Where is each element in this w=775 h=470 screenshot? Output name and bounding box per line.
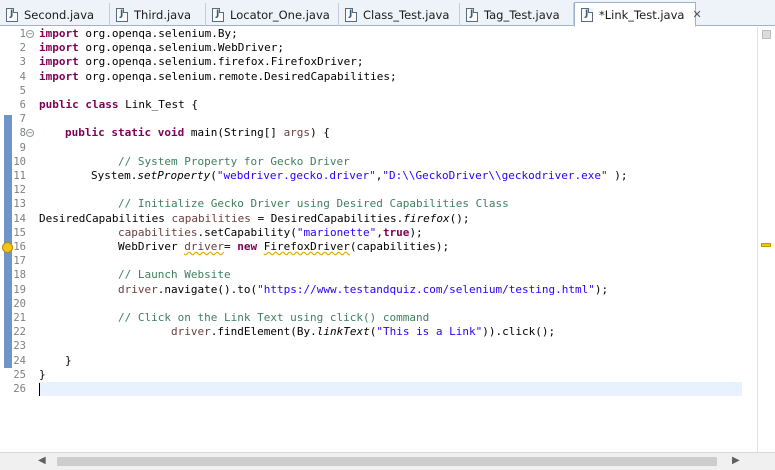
line-number: 2 (19, 42, 26, 55)
tab-second-java[interactable]: Second.java (0, 3, 110, 26)
tab-label: Second.java (24, 7, 95, 22)
scrollbar-thumb[interactable] (57, 457, 717, 466)
code-line-22: driver.findElement(By.linkText("This is … (171, 325, 556, 339)
line-number: 25 (13, 368, 26, 381)
code-line-25: } (39, 367, 46, 381)
line-number: 9 (19, 141, 26, 154)
code-line-24: } (65, 353, 72, 367)
code-line-14: DesiredCapabilities capabilities = Desir… (39, 211, 470, 225)
java-file-icon (116, 7, 128, 22)
tab-label: Locator_One.java (230, 7, 330, 22)
code-line-2: import org.openqa.selenium.WebDriver; (39, 41, 285, 55)
line-number: 3 (19, 56, 26, 69)
java-file-icon (466, 7, 478, 22)
editor-tab-bar: Second.java Third.java Locator_One.java … (0, 0, 775, 27)
java-file-icon (345, 7, 357, 22)
line-number: 15 (13, 226, 26, 239)
line-number: 16 (13, 241, 26, 253)
tab-class-test-java[interactable]: Class_Test.java (339, 3, 460, 26)
line-number: 4 (19, 70, 26, 83)
tab-label: Third.java (134, 7, 192, 22)
line-number: 10 (13, 155, 26, 168)
warning-marker[interactable] (761, 243, 771, 247)
arrow-right-icon[interactable]: ▶ (732, 455, 740, 466)
java-file-icon (6, 7, 18, 22)
line-number: 17 (13, 255, 26, 268)
overview-ruler[interactable] (757, 27, 775, 452)
code-line-11: System.setProperty("webdriver.gecko.driv… (91, 169, 628, 182)
line-number: 7 (19, 113, 26, 126)
code-line-15: capabilities.setCapability("marionette",… (118, 225, 423, 239)
code-line-3: import org.openqa.selenium.firefox.Firef… (39, 55, 364, 69)
text-caret (39, 383, 40, 396)
tab-label: *Link_Test.java (599, 7, 685, 22)
fold-toggle-icon[interactable]: − (26, 30, 34, 38)
arrow-left-icon[interactable]: ◀ (38, 455, 46, 466)
tab-link-test-java[interactable]: *Link_Test.java ✕ (574, 2, 702, 27)
tab-locator-one-java[interactable]: Locator_One.java (206, 3, 339, 26)
line-number: 20 (13, 297, 26, 310)
java-file-icon (581, 7, 593, 22)
code-line-4: import org.openqa.selenium.remote.Desire… (39, 69, 397, 83)
close-icon[interactable]: ✕ (692, 8, 701, 21)
code-line-13: // Initialize Gecko Driver using Desired… (118, 197, 509, 211)
code-line-18: // Launch Website (118, 268, 231, 282)
line-number: 6 (19, 99, 26, 111)
line-number: 22 (13, 326, 26, 339)
line-number: 21 (13, 312, 26, 324)
warning-icon[interactable] (2, 242, 13, 253)
tab-third-java[interactable]: Third.java (110, 3, 206, 26)
code-line-21: // Click on the Link Text using click() … (118, 311, 430, 324)
tab-tag-test-java[interactable]: Tag_Test.java (460, 3, 574, 26)
code-line-19: driver.navigate().to("https://www.testan… (118, 282, 609, 296)
line-number: 14 (13, 212, 26, 225)
line-number: 5 (19, 84, 26, 97)
tab-label: Tag_Test.java (484, 7, 560, 22)
code-line-16: WebDriver driver= new FirefoxDriver(capa… (118, 240, 450, 253)
line-number: 19 (13, 283, 26, 296)
line-number: 18 (13, 269, 26, 282)
code-line-10: // System Property for Gecko Driver (118, 154, 350, 168)
code-line-1: import org.openqa.selenium.By; (39, 27, 238, 40)
overview-status-box (762, 30, 771, 39)
current-line-highlight (39, 382, 742, 397)
java-file-icon (212, 7, 224, 22)
code-line-6: public class Link_Test { (39, 98, 198, 111)
line-number: 11 (13, 170, 26, 182)
fold-toggle-icon[interactable]: − (26, 129, 34, 137)
code-editor[interactable]: 1 2 3 4 5 6 7 8 9 10 11 12 13 14 15 16 1… (0, 27, 775, 452)
line-number: 24 (13, 354, 26, 367)
horizontal-scrollbar[interactable]: ◀ ▶ (0, 452, 775, 470)
code-line-8: public static void main(String[] args) { (65, 126, 330, 140)
line-number: 13 (13, 198, 26, 211)
line-number: 23 (13, 340, 26, 353)
line-number: 26 (13, 383, 26, 395)
tab-label: Class_Test.java (363, 7, 450, 22)
line-number: 12 (13, 184, 26, 197)
